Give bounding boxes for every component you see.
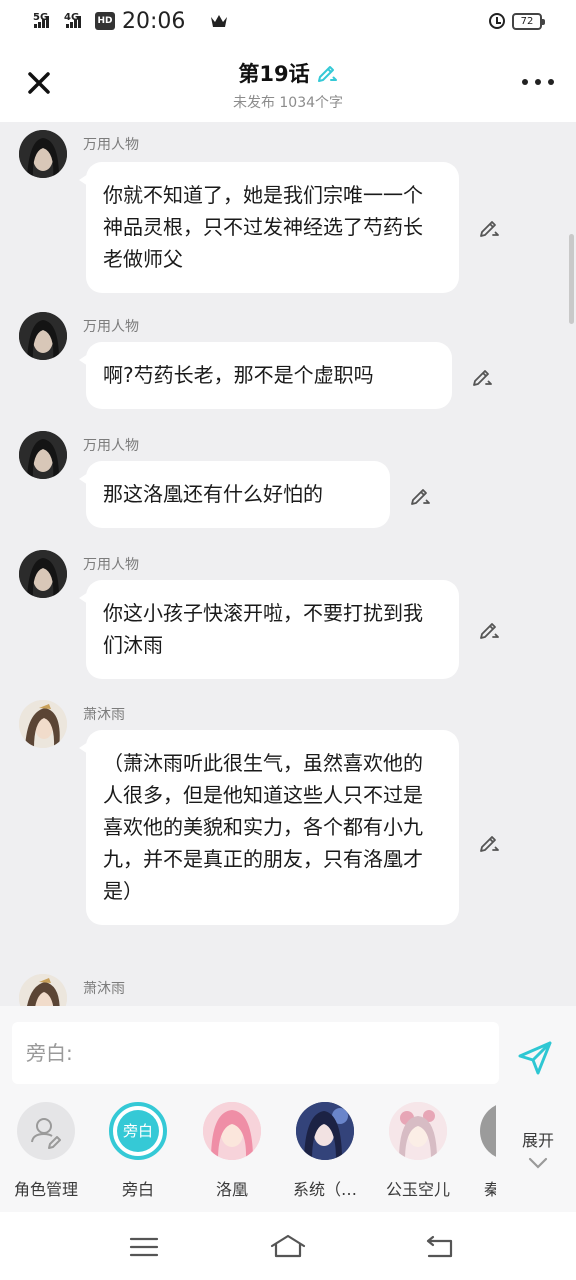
- edit-message-icon[interactable]: [478, 619, 500, 641]
- avatar-generic-character[interactable]: [19, 312, 67, 360]
- role-luohuang[interactable]: 洛凰: [187, 1102, 277, 1200]
- avatar-generic-character[interactable]: [19, 550, 67, 598]
- edit-message-icon[interactable]: [478, 217, 500, 239]
- edit-message-icon[interactable]: [478, 832, 500, 854]
- role-system[interactable]: 系统（…: [280, 1102, 370, 1200]
- role-label: 洛凰: [215, 1180, 248, 1199]
- avatar-generic-character[interactable]: [19, 130, 67, 178]
- message-bubble[interactable]: 你就不知道了，她是我们宗唯一一个神品灵根，只不过发神经选了芍药长老做师父: [79, 162, 459, 293]
- more-dot-icon: [535, 79, 541, 85]
- role-label: 角色管理: [13, 1180, 78, 1199]
- role-avatar: [203, 1102, 261, 1160]
- sender-name: 万用人物: [83, 319, 139, 335]
- avatar-xiao-muyu[interactable]: [19, 700, 67, 748]
- status-bar: 5G 4G HD 20:06 72: [0, 0, 576, 44]
- system-navigation-bar: [0, 1212, 576, 1280]
- edit-message-icon[interactable]: [471, 366, 493, 388]
- sender-name: 万用人物: [83, 438, 139, 454]
- word-count-subtitle: 未发布 1034个字: [232, 95, 344, 111]
- role-narration[interactable]: 旁白 旁白: [93, 1102, 183, 1200]
- chat-list[interactable]: 万用人物 你就不知道了，她是我们宗唯一一个神品灵根，只不过发神经选了芍药长老做师…: [0, 122, 576, 1006]
- message-bubble[interactable]: 那这洛凰还有什么好怕的: [79, 461, 390, 528]
- narration-badge-text: 旁白: [117, 1110, 159, 1152]
- role-label: 系统（…: [292, 1180, 357, 1199]
- role-label: 公玉空儿: [385, 1180, 450, 1199]
- sender-name: 万用人物: [83, 557, 139, 573]
- sender-name: 萧沐雨: [83, 707, 125, 723]
- role-gongyu-konger[interactable]: 公玉空儿: [373, 1102, 463, 1200]
- more-dot-icon: [548, 79, 554, 85]
- chevron-down-icon: [528, 1157, 548, 1169]
- role-label: 旁白: [121, 1180, 154, 1199]
- hd-badge: HD: [95, 12, 115, 30]
- role-manage-button[interactable]: 角色管理: [1, 1102, 91, 1200]
- role-avatar: [480, 1102, 496, 1160]
- more-dot-icon: [522, 79, 528, 85]
- edit-title-icon[interactable]: [316, 62, 338, 84]
- narration-input[interactable]: 旁白:: [12, 1022, 499, 1084]
- status-time: 20:06: [122, 9, 186, 34]
- back-icon[interactable]: [420, 1232, 460, 1262]
- avatar-xiao-muyu[interactable]: [19, 974, 67, 1006]
- title-area: 第19话: [0, 58, 576, 88]
- page-title: 第19话: [238, 62, 310, 86]
- role-avatar: [389, 1102, 447, 1160]
- composer: 旁白:: [0, 1006, 576, 1094]
- role-selector: 角色管理 旁白 旁白 洛凰 系统（… 公玉空儿 秦: [0, 1094, 576, 1212]
- signal-5g-icon: [34, 16, 49, 28]
- alarm-icon: [489, 13, 505, 29]
- narration-badge: 旁白: [109, 1102, 167, 1160]
- expand-label: 展开: [521, 1131, 554, 1150]
- sender-name: 萧沐雨: [83, 981, 125, 997]
- message-bubble[interactable]: （萧沐雨听此很生气，虽然喜欢他的人很多，但是他知道这些人只不过是喜欢他的美貌和实…: [79, 730, 459, 925]
- header: 第19话 未发布 1034个字: [0, 44, 576, 122]
- role-manage-icon: [17, 1102, 75, 1160]
- expand-button[interactable]: 展开: [510, 1127, 566, 1169]
- crown-icon: [211, 15, 227, 27]
- sender-name: 万用人物: [83, 137, 139, 153]
- message-bubble[interactable]: 你这小孩子快滚开啦，不要打扰到我们沐雨: [79, 580, 459, 679]
- chat-scrollbar[interactable]: [569, 234, 574, 324]
- message-bubble[interactable]: 啊?芍药长老，那不是个虚职吗: [79, 342, 452, 409]
- role-label: 秦: [484, 1180, 496, 1199]
- more-options-button[interactable]: [522, 79, 554, 87]
- send-icon[interactable]: [516, 1039, 554, 1077]
- signal-4g-icon: [66, 16, 81, 28]
- battery-indicator: 72: [512, 13, 545, 30]
- edit-message-icon[interactable]: [409, 485, 431, 507]
- menu-icon[interactable]: [124, 1232, 164, 1262]
- avatar-generic-character[interactable]: [19, 431, 67, 479]
- role-qin[interactable]: 秦: [466, 1102, 496, 1200]
- home-icon[interactable]: [268, 1232, 308, 1262]
- role-avatar: [296, 1102, 354, 1160]
